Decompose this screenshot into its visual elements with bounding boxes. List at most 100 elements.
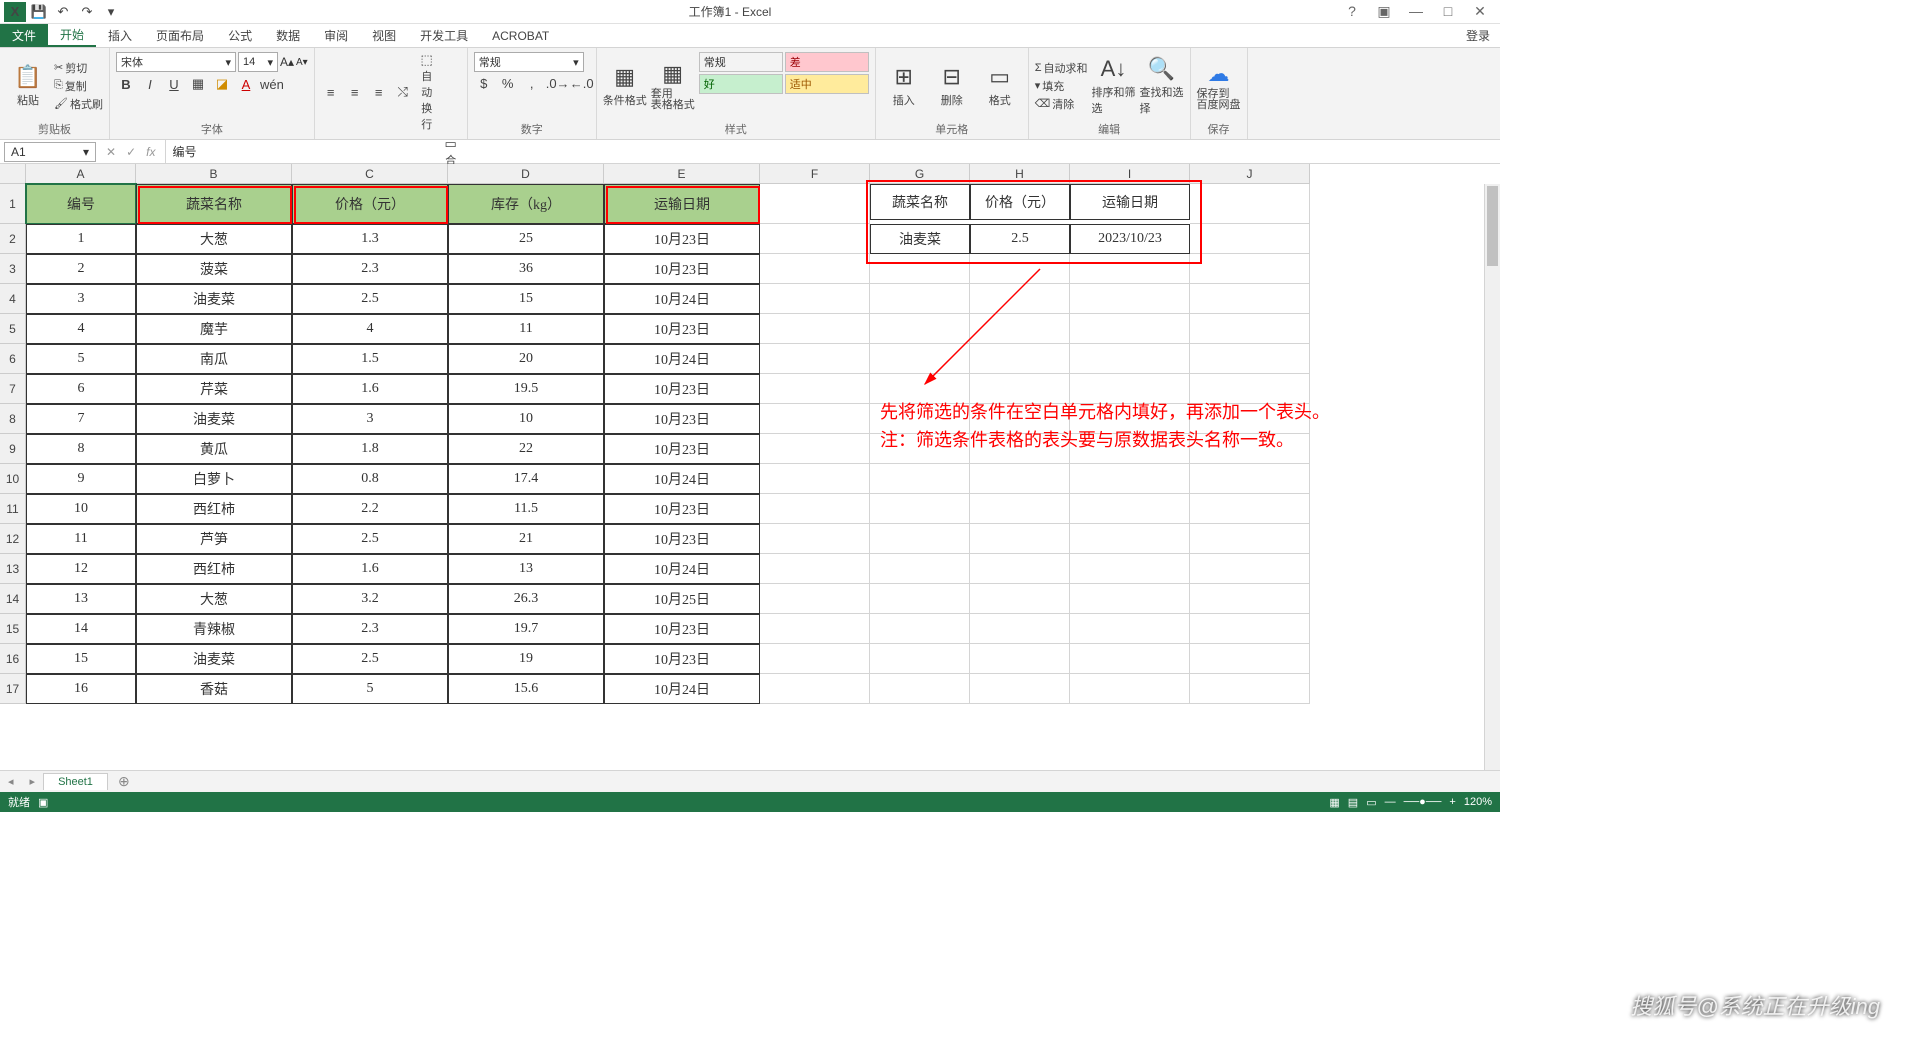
cell-D4[interactable]: 15	[448, 284, 604, 314]
vertical-scrollbar[interactable]	[1484, 184, 1500, 770]
cell-I14[interactable]	[1070, 584, 1190, 614]
cell-G14[interactable]	[870, 584, 970, 614]
rowhead-13[interactable]: 13	[0, 554, 26, 584]
cell-A7[interactable]: 6	[26, 374, 136, 404]
cell-B13[interactable]: 西红柿	[136, 554, 292, 584]
cell-F4[interactable]	[760, 284, 870, 314]
insert-button[interactable]: ⊞插入	[882, 52, 926, 119]
delete-button[interactable]: ⊟删除	[930, 52, 974, 119]
percent-icon[interactable]: %	[498, 76, 518, 91]
cell-I1[interactable]: 运输日期	[1070, 184, 1190, 220]
cell-J10[interactable]	[1190, 464, 1310, 494]
cell-E11[interactable]: 10月23日	[604, 494, 760, 524]
rowhead-10[interactable]: 10	[0, 464, 26, 494]
cell-E7[interactable]: 10月23日	[604, 374, 760, 404]
cell-F16[interactable]	[760, 644, 870, 674]
cell-H17[interactable]	[970, 674, 1070, 704]
new-sheet-icon[interactable]: ⊕	[108, 773, 140, 790]
cell-D17[interactable]: 15.6	[448, 674, 604, 704]
cell-G13[interactable]	[870, 554, 970, 584]
col-B[interactable]: B	[136, 164, 292, 184]
enter-icon[interactable]: ✓	[126, 145, 136, 159]
cell-J17[interactable]	[1190, 674, 1310, 704]
qat-more-icon[interactable]: ▾	[100, 2, 122, 22]
cell-F15[interactable]	[760, 614, 870, 644]
cell-C12[interactable]: 2.5	[292, 524, 448, 554]
cell-J2[interactable]	[1190, 224, 1310, 254]
number-format-select[interactable]: 常规▾	[474, 52, 584, 72]
cell-D10[interactable]: 17.4	[448, 464, 604, 494]
cell-J12[interactable]	[1190, 524, 1310, 554]
cell-C6[interactable]: 1.5	[292, 344, 448, 374]
italic-button[interactable]: I	[140, 77, 160, 92]
cell-H1[interactable]: 价格（元）	[970, 184, 1070, 220]
cell-H6[interactable]	[970, 344, 1070, 374]
tab-developer[interactable]: 开发工具	[408, 24, 480, 47]
cell-F1[interactable]	[760, 184, 870, 224]
rowhead-9[interactable]: 9	[0, 434, 26, 464]
cell-D16[interactable]: 19	[448, 644, 604, 674]
col-J[interactable]: J	[1190, 164, 1310, 184]
cell-J3[interactable]	[1190, 254, 1310, 284]
cell-E8[interactable]: 10月23日	[604, 404, 760, 434]
cell-G11[interactable]	[870, 494, 970, 524]
cell-H3[interactable]	[970, 254, 1070, 284]
cell-D2[interactable]: 25	[448, 224, 604, 254]
cell-C9[interactable]: 1.8	[292, 434, 448, 464]
cell-B3[interactable]: 菠菜	[136, 254, 292, 284]
cell-H12[interactable]	[970, 524, 1070, 554]
view-break-icon[interactable]: ▭	[1366, 796, 1376, 809]
cell-C11[interactable]: 2.2	[292, 494, 448, 524]
cell-I3[interactable]	[1070, 254, 1190, 284]
underline-button[interactable]: U	[164, 77, 184, 92]
cell-D12[interactable]: 21	[448, 524, 604, 554]
cell-F9[interactable]	[760, 434, 870, 464]
help-icon[interactable]: ?	[1338, 3, 1366, 20]
cell-C4[interactable]: 2.5	[292, 284, 448, 314]
cell-A9[interactable]: 8	[26, 434, 136, 464]
tab-formulas[interactable]: 公式	[216, 24, 264, 47]
zoom-slider[interactable]: ──●──	[1404, 796, 1442, 808]
cell-I11[interactable]	[1070, 494, 1190, 524]
cell-D7[interactable]: 19.5	[448, 374, 604, 404]
cell-I2[interactable]: 2023/10/23	[1070, 224, 1190, 254]
font-name-select[interactable]: 宋体▾	[116, 52, 236, 72]
orientation-icon[interactable]: ⤭	[393, 84, 413, 100]
rowhead-5[interactable]: 5	[0, 314, 26, 344]
cell-E16[interactable]: 10月23日	[604, 644, 760, 674]
cell-F3[interactable]	[760, 254, 870, 284]
baidu-save-button[interactable]: ☁保存到 百度网盘	[1197, 52, 1241, 119]
rowhead-1[interactable]: 1	[0, 184, 26, 224]
cell-A3[interactable]: 2	[26, 254, 136, 284]
view-normal-icon[interactable]: ▦	[1329, 796, 1339, 809]
cell-H14[interactable]	[970, 584, 1070, 614]
fx-icon[interactable]: fx	[146, 145, 155, 159]
cell-C3[interactable]: 2.3	[292, 254, 448, 284]
cell-C13[interactable]: 1.6	[292, 554, 448, 584]
phonetic-button[interactable]: wén	[260, 77, 280, 92]
cell-B10[interactable]: 白萝卜	[136, 464, 292, 494]
cell-A10[interactable]: 9	[26, 464, 136, 494]
format-button[interactable]: ▭格式	[978, 52, 1022, 119]
cell-G16[interactable]	[870, 644, 970, 674]
grow-font-icon[interactable]: A▴	[280, 55, 294, 69]
cell-E12[interactable]: 10月23日	[604, 524, 760, 554]
cell-A17[interactable]: 16	[26, 674, 136, 704]
align-top-icon[interactable]: ≡	[321, 85, 341, 100]
cell-D1[interactable]: 库存（kg）	[448, 184, 604, 224]
cell-E5[interactable]: 10月23日	[604, 314, 760, 344]
grid[interactable]: A B C D E F G H I J 1 编号 蔬菜名称 价格（元） 库存（k…	[0, 164, 1500, 770]
macro-icon[interactable]: ▣	[38, 796, 48, 809]
select-all[interactable]	[0, 164, 26, 184]
copy-button[interactable]: ⎘ 复制	[54, 78, 103, 94]
cell-D9[interactable]: 22	[448, 434, 604, 464]
cell-D14[interactable]: 26.3	[448, 584, 604, 614]
cell-I16[interactable]	[1070, 644, 1190, 674]
cell-J14[interactable]	[1190, 584, 1310, 614]
zoom-out-icon[interactable]: —	[1385, 796, 1396, 808]
rowhead-3[interactable]: 3	[0, 254, 26, 284]
cell-H15[interactable]	[970, 614, 1070, 644]
cell-I10[interactable]	[1070, 464, 1190, 494]
style-normal[interactable]: 常规	[699, 52, 783, 72]
cell-F11[interactable]	[760, 494, 870, 524]
